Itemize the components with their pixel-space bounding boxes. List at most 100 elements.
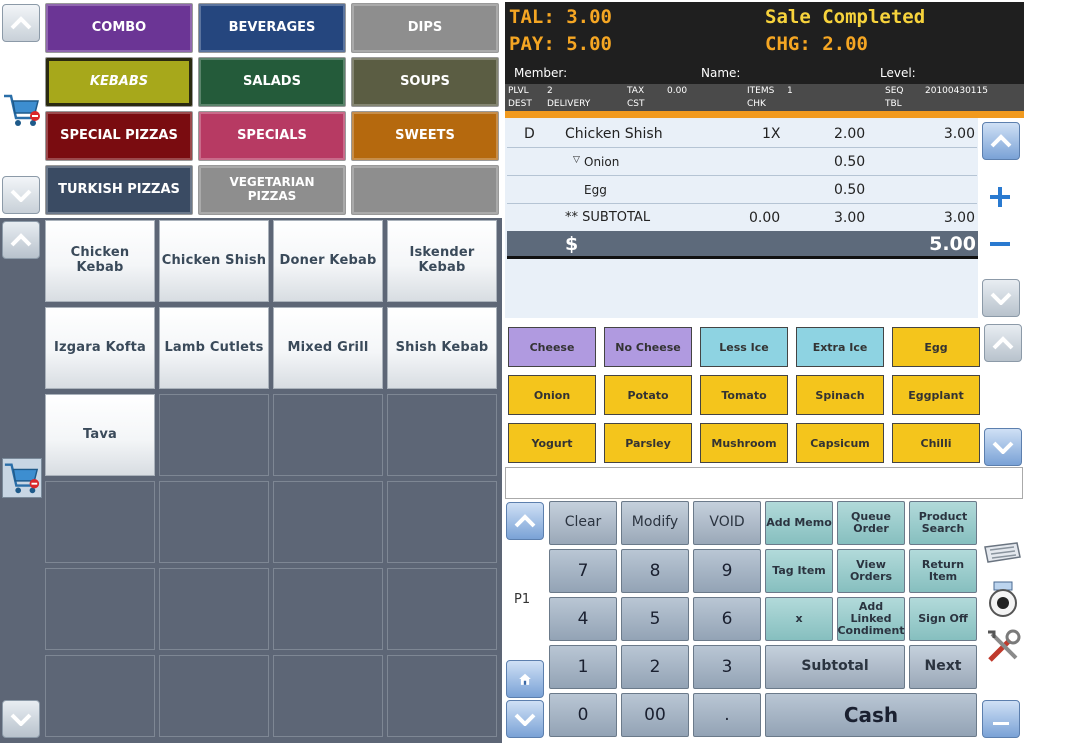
clear-button[interactable]: Clear — [549, 501, 617, 545]
modifier-button[interactable]: Cheese — [508, 327, 596, 367]
key-1[interactable]: 1 — [549, 645, 617, 689]
minus-icon — [993, 722, 1009, 725]
keyboard-icon — [984, 542, 1021, 563]
product-button[interactable]: Mixed Grill — [273, 307, 383, 389]
category-button[interactable]: BEVERAGES — [198, 3, 346, 53]
keypad-page-down-button[interactable] — [506, 700, 544, 738]
category-button[interactable]: SALADS — [198, 57, 346, 107]
receipt-line[interactable]: ▽ Onion 0.50 — [507, 148, 977, 176]
key-2[interactable]: 2 — [621, 645, 689, 689]
product-button[interactable]: Chicken Shish — [159, 220, 269, 302]
key-4[interactable]: 4 — [549, 597, 617, 641]
cart-remove-icon[interactable] — [2, 458, 42, 498]
category-button[interactable]: SWEETS — [351, 111, 499, 161]
home-button[interactable] — [506, 660, 544, 698]
cash-button[interactable]: Cash — [765, 693, 977, 737]
product-button[interactable]: Chicken Kebab — [45, 220, 155, 302]
cst-label: CST — [627, 99, 645, 109]
order-info-row: PLVL 2 DEST DELIVERY TAX 0.00 CST ITEMS … — [505, 84, 1024, 111]
entry-input[interactable] — [505, 467, 1023, 499]
tag-item-button[interactable]: Tag Item — [765, 549, 833, 593]
total-amount: TAL: 3.00 — [509, 6, 612, 28]
next-button[interactable]: Next — [909, 645, 977, 689]
key-3[interactable]: 3 — [693, 645, 761, 689]
receipt-scroll-down-button[interactable] — [982, 279, 1020, 317]
modifier-scroll-up-button[interactable] — [984, 324, 1022, 362]
category-button[interactable] — [351, 165, 499, 215]
timer-button[interactable] — [986, 580, 1020, 618]
keypad-page-up-button[interactable] — [506, 502, 544, 540]
product-search-button[interactable]: Product Search — [909, 501, 977, 545]
decrease-quantity-button[interactable] — [986, 230, 1014, 258]
modifier-scroll-down-button[interactable] — [984, 428, 1022, 466]
product-button[interactable]: Izgara Kofta — [45, 307, 155, 389]
product-button[interactable]: Shish Kebab — [387, 307, 497, 389]
key-8[interactable]: 8 — [621, 549, 689, 593]
add-linked-condiment-button[interactable]: Add Linked Condiment — [837, 597, 905, 641]
category-button[interactable]: SPECIAL PIZZAS — [45, 111, 193, 161]
category-button[interactable]: VEGETARIAN PIZZAS — [198, 165, 346, 215]
key-6[interactable]: 6 — [693, 597, 761, 641]
product-scroll-up-button[interactable] — [2, 221, 40, 259]
category-button[interactable]: DIPS — [351, 3, 499, 53]
add-memo-button[interactable]: Add Memo — [765, 501, 833, 545]
category-button[interactable]: KEBABS — [45, 57, 193, 107]
modifier-button[interactable]: Chilli — [892, 423, 980, 463]
line-amount: 3.00 — [943, 126, 975, 142]
key-5[interactable]: 5 — [621, 597, 689, 641]
modifier-button[interactable]: No Cheese — [604, 327, 692, 367]
return-item-button[interactable]: Return Item — [909, 549, 977, 593]
subtotal-button[interactable]: Subtotal — [765, 645, 905, 689]
increase-quantity-button[interactable] — [986, 183, 1014, 211]
empty-product-slot — [273, 394, 383, 476]
modifier-button[interactable]: Yogurt — [508, 423, 596, 463]
modifier-button[interactable]: Less Ice — [700, 327, 788, 367]
key-0[interactable]: 0 — [549, 693, 617, 737]
product-scroll-down-button[interactable] — [2, 700, 40, 738]
category-scroll-down-button[interactable] — [2, 176, 40, 214]
modify-button[interactable]: Modify — [621, 501, 689, 545]
tools-button[interactable] — [984, 628, 1022, 666]
modifier-button[interactable]: Potato — [604, 375, 692, 415]
sign-off-button[interactable]: Sign Off — [909, 597, 977, 641]
category-scroll-up-button[interactable] — [2, 4, 40, 42]
line-flag: D — [524, 126, 535, 142]
category-button[interactable]: TURKISH PIZZAS — [45, 165, 193, 215]
product-button[interactable]: Lamb Cutlets — [159, 307, 269, 389]
product-button[interactable]: Iskender Kebab — [387, 220, 497, 302]
modifier-button[interactable]: Eggplant — [892, 375, 980, 415]
receipt-scroll-up-button[interactable] — [982, 122, 1020, 160]
empty-product-slot — [387, 655, 497, 737]
key-7[interactable]: 7 — [549, 549, 617, 593]
product-button[interactable]: Doner Kebab — [273, 220, 383, 302]
chevron-down-icon — [990, 292, 1012, 305]
modifier-button[interactable]: Tomato — [700, 375, 788, 415]
chevron-up-icon — [10, 16, 32, 30]
receipt-line[interactable]: D Chicken Shish 1X 2.00 3.00 — [507, 120, 977, 148]
modifier-button[interactable]: Onion — [508, 375, 596, 415]
modifier-button[interactable]: Extra Ice — [796, 327, 884, 367]
receipt-line[interactable]: Egg 0.50 — [507, 176, 977, 204]
modifier-button[interactable]: Spinach — [796, 375, 884, 415]
modifier-button[interactable]: Mushroom — [700, 423, 788, 463]
modifier-button[interactable]: Egg — [892, 327, 980, 367]
category-button[interactable]: SPECIALS — [198, 111, 346, 161]
key-9[interactable]: 9 — [693, 549, 761, 593]
void-button[interactable]: VOID — [693, 501, 761, 545]
key-00[interactable]: 00 — [621, 693, 689, 737]
product-button[interactable]: Tava — [45, 394, 155, 476]
timer-icon — [989, 581, 1017, 617]
modifier-button[interactable]: Parsley — [604, 423, 692, 463]
category-button[interactable]: COMBO — [45, 3, 193, 53]
queue-order-button[interactable]: Queue Order — [837, 501, 905, 545]
minimize-button[interactable] — [982, 700, 1020, 738]
view-orders-button[interactable]: View Orders — [837, 549, 905, 593]
multiply-button[interactable]: x — [765, 597, 833, 641]
empty-product-slot — [387, 568, 497, 650]
key-decimal[interactable]: . — [693, 693, 761, 737]
category-button[interactable]: SOUPS — [351, 57, 499, 107]
modifier-button[interactable]: Capsicum — [796, 423, 884, 463]
keyboard-button[interactable] — [982, 535, 1022, 565]
cart-icon[interactable] — [2, 90, 42, 130]
empty-product-slot — [159, 655, 269, 737]
